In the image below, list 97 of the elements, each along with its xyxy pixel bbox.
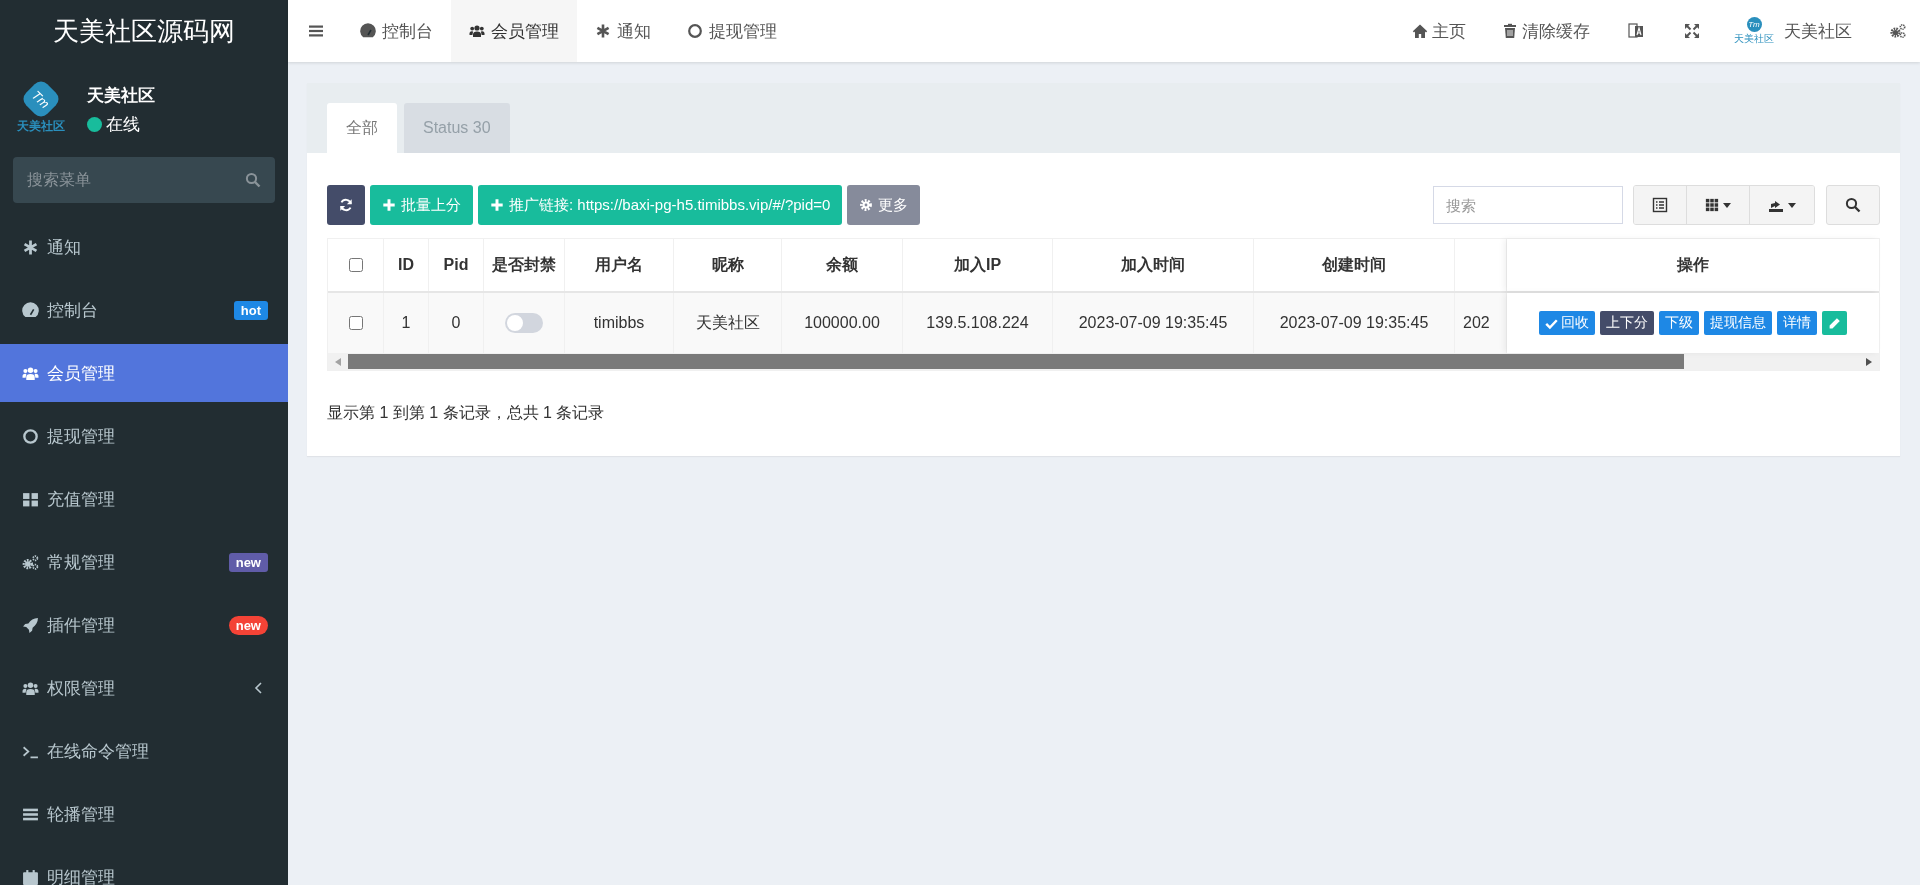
plus-icon xyxy=(382,198,396,212)
rocket-icon xyxy=(22,616,39,634)
sidebar-item-label: 通知 xyxy=(47,236,82,259)
columns-icon xyxy=(1705,198,1719,212)
user-status: 在线 xyxy=(106,113,140,136)
asterisk-icon xyxy=(22,238,39,256)
sidebar-item-label: 明细管理 xyxy=(47,866,116,885)
filter-tab[interactable]: 全部 xyxy=(327,103,397,153)
translate-icon[interactable] xyxy=(1628,23,1644,39)
top-tab-label: 通知 xyxy=(617,20,651,43)
sidebar-item[interactable]: 在线命令管理 xyxy=(0,722,288,780)
column-header: 创建时间 xyxy=(1254,239,1455,291)
column-header: ID xyxy=(384,239,429,291)
menu-search-field[interactable]: 搜索菜单 xyxy=(13,157,275,203)
sidebar-item-label: 充值管理 xyxy=(47,488,116,511)
gears-icon xyxy=(22,553,39,571)
user-name[interactable]: 天美社区 xyxy=(1784,19,1852,43)
sidebar-item[interactable]: 通知 xyxy=(0,218,288,276)
horizontal-scrollbar[interactable] xyxy=(328,353,1879,370)
sidebar-item[interactable]: 提现管理 xyxy=(0,407,288,465)
sidebar-item[interactable]: 权限管理 xyxy=(0,659,288,717)
fullscreen-icon[interactable] xyxy=(1684,23,1700,39)
column-header: 操作 xyxy=(1507,239,1879,291)
sidebar-item-label: 权限管理 xyxy=(47,677,116,700)
caret-icon xyxy=(1723,202,1731,208)
circle-icon xyxy=(687,23,703,39)
calendar-icon xyxy=(22,868,39,885)
avatar-logo: Tm 天美社区 xyxy=(1734,16,1774,46)
column-header: 用户名 xyxy=(565,239,674,291)
refresh-icon xyxy=(339,198,353,212)
menu-badge: new xyxy=(228,615,268,635)
sidebar-item-label: 插件管理 xyxy=(47,614,116,637)
sidebar-item[interactable]: 充值管理 xyxy=(0,470,288,528)
sidebar-item[interactable]: 常规管理 new xyxy=(0,533,288,591)
top-tab-label: 提现管理 xyxy=(709,20,777,43)
sidebar-item-label: 提现管理 xyxy=(47,425,116,448)
select-all-checkbox[interactable] xyxy=(348,258,363,272)
sidebar-item-label: 常规管理 xyxy=(47,551,116,574)
settings-icon[interactable] xyxy=(1890,23,1906,39)
top-tab[interactable]: 控制台 xyxy=(342,0,451,62)
sidebar-item[interactable]: 插件管理 new xyxy=(0,596,288,654)
action-button[interactable]: 回收 xyxy=(1539,311,1595,335)
search-field[interactable]: 搜索 xyxy=(1433,186,1623,224)
list-icon xyxy=(1652,197,1668,213)
action-button[interactable]: 上下分 xyxy=(1600,311,1654,335)
search-icon xyxy=(1845,197,1861,213)
trash-icon xyxy=(1502,23,1518,39)
action-button[interactable]: 提现信息 xyxy=(1704,311,1772,335)
row-checkbox[interactable] xyxy=(348,316,363,330)
gauge-icon xyxy=(22,301,39,319)
export-button[interactable] xyxy=(1750,186,1814,224)
menu-badge: hot xyxy=(233,300,268,320)
column-header: Pid xyxy=(429,239,484,291)
clear-cache-link[interactable]: 清除缓存 xyxy=(1484,0,1608,62)
refresh-button[interactable] xyxy=(327,185,365,225)
scroll-right-arrow-icon[interactable] xyxy=(1866,357,1872,366)
top-tab[interactable]: 会员管理 xyxy=(451,0,577,62)
home-icon xyxy=(1412,23,1428,39)
top-tab-label: 会员管理 xyxy=(491,20,559,43)
column-header: 加入IP xyxy=(903,239,1053,291)
pagination-info: 显示第 1 到第 1 条记录，总共 1 条记录 xyxy=(327,403,606,423)
action-button[interactable]: 详情 xyxy=(1777,311,1817,335)
toggle-switch[interactable] xyxy=(505,313,543,333)
sidebar-item[interactable]: 轮播管理 xyxy=(0,785,288,843)
sidebar-item[interactable]: 明细管理 xyxy=(0,848,288,885)
toggle-view-button[interactable] xyxy=(1634,186,1687,224)
sidebar-item-label: 会员管理 xyxy=(47,362,116,385)
brand-title: 天美社区源码网 xyxy=(52,14,236,48)
sidebar-item-label: 轮播管理 xyxy=(47,803,116,826)
search-icon xyxy=(245,172,261,188)
menu-badge: new xyxy=(228,552,268,572)
top-tab-label: 控制台 xyxy=(382,20,433,43)
column-header: 加入时间 xyxy=(1053,239,1254,291)
column-header: 是否封禁 xyxy=(484,239,565,291)
top-tab[interactable]: 提现管理 xyxy=(669,0,795,62)
columns-button[interactable] xyxy=(1687,186,1750,224)
gauge-icon xyxy=(360,23,376,39)
pencil-icon xyxy=(1828,316,1841,330)
column-header: 余额 xyxy=(782,239,903,291)
caret-icon xyxy=(1788,202,1796,208)
column-header: 昵称 xyxy=(674,239,782,291)
search-button[interactable] xyxy=(1826,185,1880,225)
top-tab[interactable]: 通知 xyxy=(577,0,669,62)
action-button[interactable]: 下级 xyxy=(1659,311,1699,335)
user-name: 天美社区 xyxy=(87,84,155,107)
sidebar-item-label: 控制台 xyxy=(47,299,99,322)
menu-icon[interactable] xyxy=(308,23,324,39)
circle-icon xyxy=(22,427,39,445)
gear-icon xyxy=(859,198,874,212)
asterisk-icon xyxy=(595,23,611,39)
sidebar-item-label: 在线命令管理 xyxy=(47,740,150,763)
plus-icon xyxy=(490,198,504,212)
sidebar-item[interactable]: 会员管理 xyxy=(0,344,288,402)
home-link[interactable]: 主页 xyxy=(1394,0,1484,62)
sidebar-item[interactable]: 控制台 hot xyxy=(0,281,288,339)
grid-icon xyxy=(22,490,39,508)
users-icon xyxy=(469,23,485,39)
